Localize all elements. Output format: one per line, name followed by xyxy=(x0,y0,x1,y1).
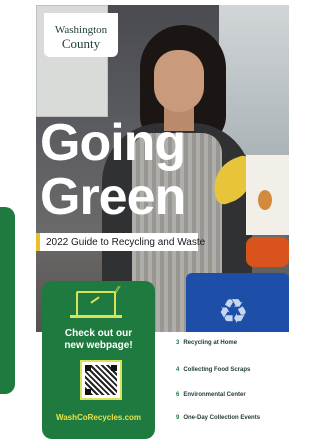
qr-code[interactable] xyxy=(80,360,122,400)
vegetables xyxy=(246,237,289,267)
qr-pattern xyxy=(85,365,117,395)
toc-page-number: 3 xyxy=(176,340,180,346)
kitchen-window xyxy=(219,5,289,155)
website-link[interactable]: WashCoRecycles.com xyxy=(42,413,155,422)
toc-item: 4 Collecting Food Scraps xyxy=(176,367,250,373)
promo-line-1: Check out our xyxy=(64,328,133,339)
adjacent-page-edge xyxy=(0,207,15,394)
logo-line-2: County xyxy=(61,36,101,51)
toc-title: Collecting Food Scraps xyxy=(183,367,251,373)
subtitle-banner: 2022 Guide to Recycling and Waste xyxy=(36,233,205,251)
toc-page-number: 6 xyxy=(176,392,180,398)
sparkle-icon: ⁄⁄ xyxy=(116,285,120,296)
toc-item: 6 Environmental Center xyxy=(176,392,246,398)
logo-line-1: Washington xyxy=(54,24,108,36)
toc-title: One-Day Collection Events xyxy=(183,415,261,421)
laptop-base xyxy=(70,315,122,318)
title-line-1: Going xyxy=(40,114,186,172)
county-logo: Washington County xyxy=(44,13,118,57)
toc-page-number: 4 xyxy=(176,367,180,373)
toc-page-number: 9 xyxy=(176,415,180,421)
egg xyxy=(258,190,272,210)
title-line-2: Green xyxy=(40,168,186,226)
promo-line-2: new webpage! xyxy=(64,340,133,351)
brochure-cover: ♻ Washington County Going Green 2022 Gui… xyxy=(36,5,289,444)
toc-title: Environmental Center xyxy=(183,392,246,398)
person-face xyxy=(154,50,204,112)
webpage-promo-card[interactable]: ⁄⁄ Check out our new webpage! WashCoRecy… xyxy=(42,281,155,439)
recycle-icon: ♻ xyxy=(218,293,249,331)
subtitle-text: 2022 Guide to Recycling and Waste xyxy=(46,237,206,248)
toc-item: 3 Recycling at Home xyxy=(176,340,237,346)
laptop-icon xyxy=(76,291,116,317)
toc-item: 9 One-Day Collection Events xyxy=(176,415,260,421)
toc-title: Recycling at Home xyxy=(183,340,238,346)
